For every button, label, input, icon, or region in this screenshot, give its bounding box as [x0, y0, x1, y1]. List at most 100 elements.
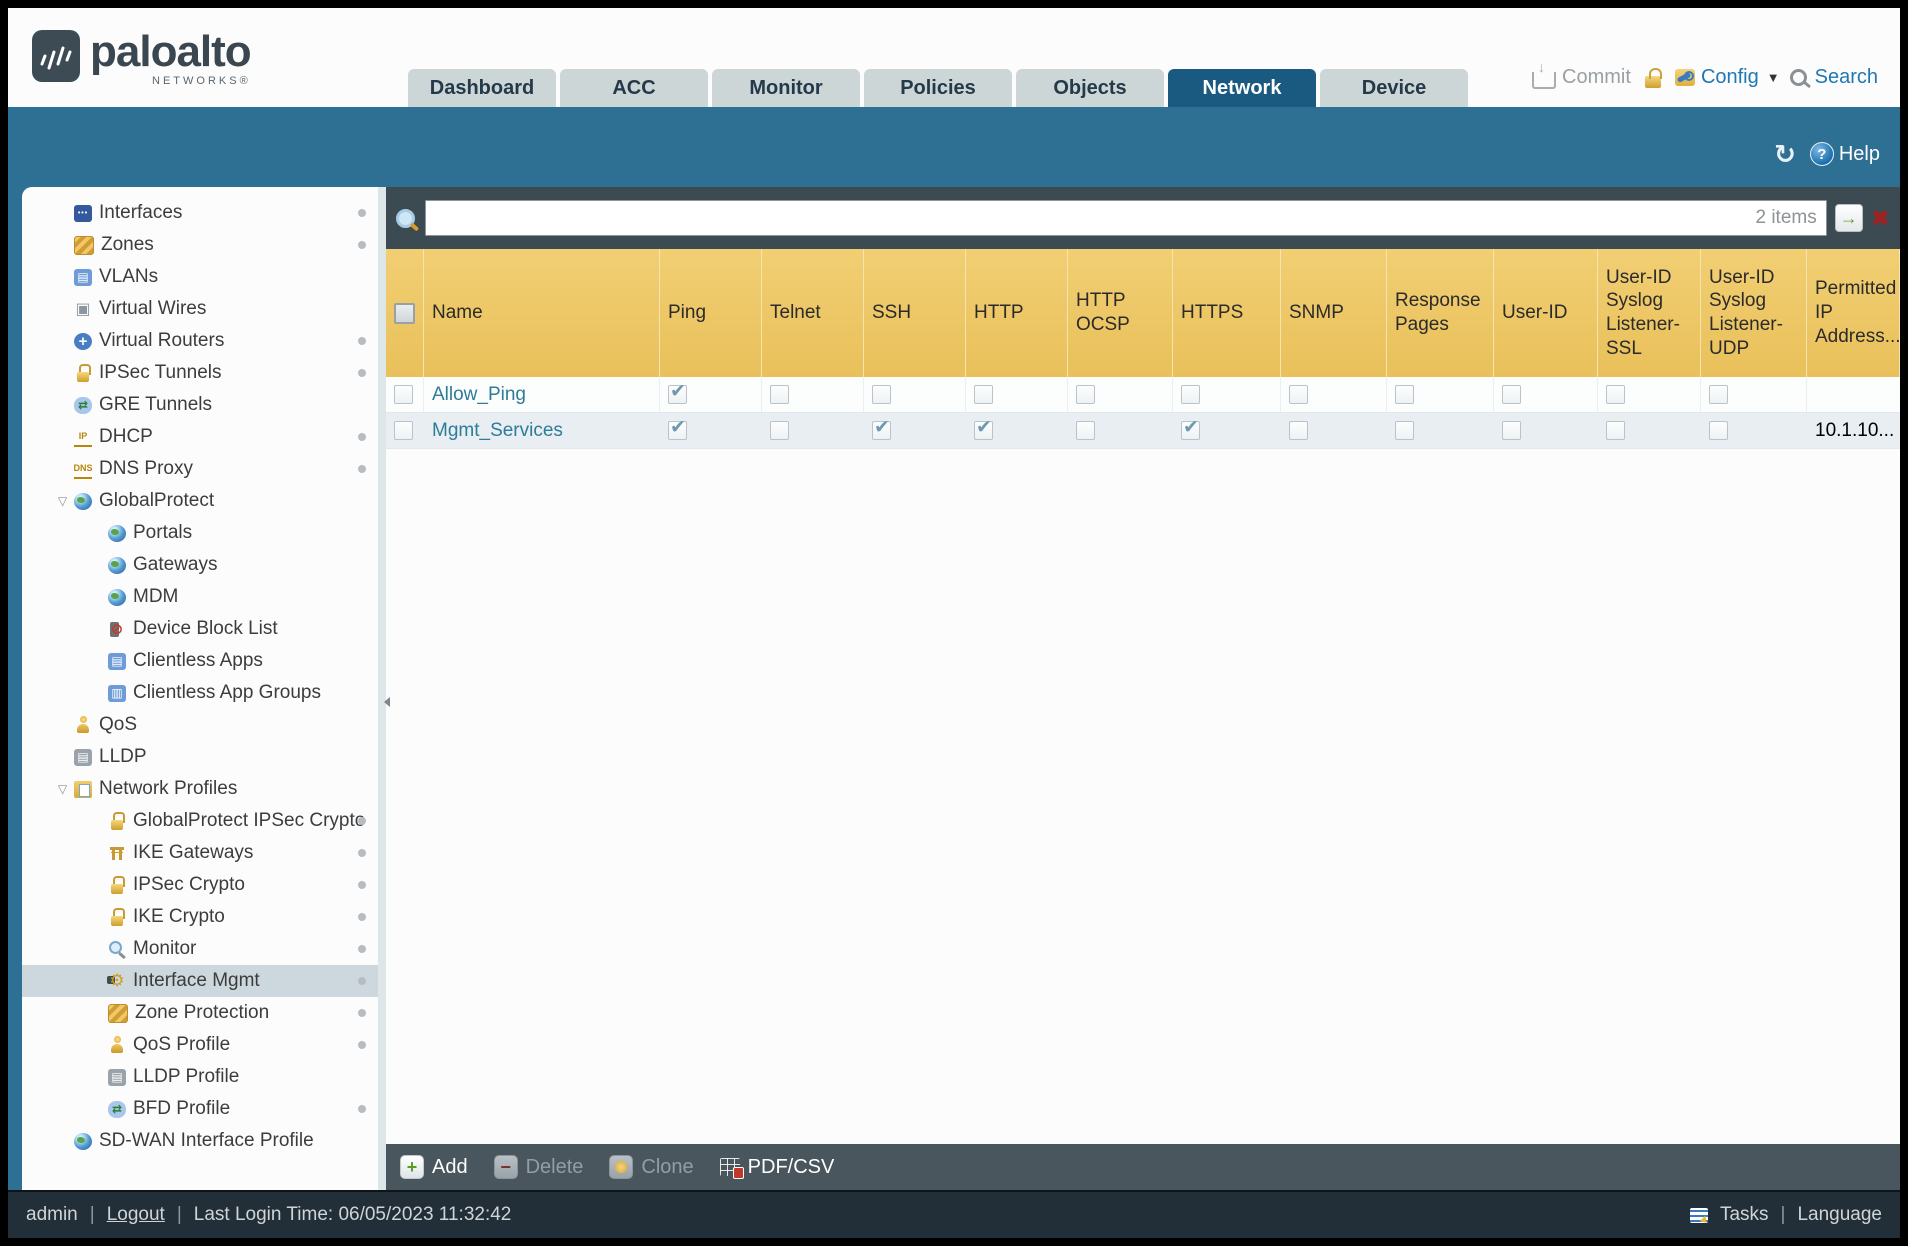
sidebar-item-label: Network Profiles [99, 778, 238, 799]
help-button[interactable]: ? Help [1809, 142, 1880, 166]
sidebar-item-zones[interactable]: Zones [22, 229, 378, 261]
search-icon [1789, 69, 1807, 86]
sidebar-item-ike-crypto[interactable]: IKE Crypto [22, 901, 378, 933]
item-dot [358, 881, 366, 889]
sidebar-item-lldp-profile[interactable]: ▤ LLDP Profile [22, 1061, 378, 1093]
column-header-http-ocsp[interactable]: HTTP OCSP [1068, 249, 1173, 377]
sidebar-item-label: Monitor [133, 938, 197, 959]
mdm-icon [108, 588, 126, 606]
sidebar-item-ipsec-tunnels[interactable]: IPSec Tunnels [22, 357, 378, 389]
column-header-ping[interactable]: Ping [660, 249, 762, 377]
row-select-checkbox[interactable] [394, 421, 413, 440]
apply-filter-button[interactable]: → [1834, 204, 1863, 232]
sidebar-item-bfd-profile[interactable]: ⇄ BFD Profile [22, 1093, 378, 1125]
sidebar-item-virtual-routers[interactable]: + Virtual Routers [22, 325, 378, 357]
sidebar-item-clientless-apps[interactable]: ▤ Clientless Apps [22, 645, 378, 677]
column-header-permitted-ip-address[interactable]: Permitted IP Address... [1807, 249, 1901, 377]
sidebar-item-portals[interactable]: Portals [22, 517, 378, 549]
lldp-profile-icon: ▤ [108, 1068, 126, 1086]
sidebar-item-network-profiles[interactable]: ▽ Network Profiles [22, 773, 378, 805]
dhcp-icon: IP [74, 428, 92, 447]
sidebar-item-virtual-wires[interactable]: ▣ Virtual Wires [22, 293, 378, 325]
tab-dashboard[interactable]: Dashboard [408, 69, 556, 107]
user-id-syslog-listener-udp-checkbox [1709, 421, 1728, 440]
ping-checkbox [668, 380, 687, 404]
sidebar-item-vlans[interactable]: ▤ VLANs [22, 261, 378, 293]
sidebar-item-lldp[interactable]: ▤ LLDP [22, 741, 378, 773]
row-select-checkbox[interactable] [394, 385, 413, 404]
clone-button[interactable]: Clone [609, 1155, 694, 1179]
column-header-response-pages[interactable]: Response Pages [1387, 249, 1494, 377]
sidebar-item-label: Virtual Routers [99, 330, 225, 351]
collapse-sidebar-handle[interactable] [378, 187, 390, 1190]
select-all-checkbox[interactable] [394, 302, 415, 324]
user-id-checkbox [1502, 385, 1521, 404]
delete-button[interactable]: − Delete [493, 1155, 583, 1179]
refresh-icon[interactable]: ↻ [1774, 141, 1796, 167]
column-header-user-id[interactable]: User-ID [1494, 249, 1598, 377]
lock-icon[interactable] [1644, 67, 1662, 88]
gateways-icon [108, 556, 126, 574]
sidebar-item-gre-tunnels[interactable]: ⇄ GRE Tunnels [22, 389, 378, 421]
sidebar-item-label: GlobalProtect [99, 490, 215, 511]
sidebar-item-device-block-list[interactable]: ⊘ Device Block List [22, 613, 378, 645]
tab-objects[interactable]: Objects [1016, 69, 1164, 107]
profile-name-link[interactable]: Mgmt_Services [432, 420, 563, 442]
tab-acc[interactable]: ACC [560, 69, 708, 107]
profile-name-link[interactable]: Allow_Ping [432, 384, 526, 406]
sidebar-item-gateways[interactable]: Gateways [22, 549, 378, 581]
pdf-csv-button[interactable]: PDF/CSV [719, 1156, 834, 1179]
column-header-http[interactable]: HTTP [966, 249, 1068, 377]
column-header-telnet[interactable]: Telnet [762, 249, 864, 377]
config-dropdown[interactable]: Config ▼ [1674, 66, 1780, 89]
sidebar-item-interfaces[interactable]: ••• Interfaces [22, 197, 378, 229]
column-header-user-id-syslog-listener-udp[interactable]: User-ID Syslog Listener-UDP [1701, 249, 1807, 377]
sidebar-item-globalprotect[interactable]: ▽ GlobalProtect [22, 485, 378, 517]
tasks-icon [1689, 1207, 1708, 1223]
commit-icon [1532, 59, 1557, 89]
expand-collapse-icon[interactable]: ▽ [58, 782, 74, 796]
sidebar-item-sd-wan-interface-profile[interactable]: SD-WAN Interface Profile [22, 1125, 378, 1157]
language-button[interactable]: Language [1797, 1204, 1882, 1226]
clear-filter-icon[interactable]: ✖ [1871, 206, 1890, 230]
sidebar-item-ipsec-crypto[interactable]: IPSec Crypto [22, 869, 378, 901]
column-header-https[interactable]: HTTPS [1173, 249, 1281, 377]
response-pages-checkbox [1395, 421, 1414, 440]
column-header-user-id-syslog-listener-ssl[interactable]: User-ID Syslog Listener-SSL [1598, 249, 1701, 377]
tab-network[interactable]: Network [1168, 69, 1316, 107]
sidebar-item-qos-profile[interactable]: QoS Profile [22, 1029, 378, 1061]
tab-policies[interactable]: Policies [864, 69, 1012, 107]
user-id-syslog-listener-ssl-cell [1598, 413, 1701, 448]
vlans-icon: ▤ [74, 268, 92, 286]
sidebar-item-ike-gateways[interactable]: IKE Gateways [22, 837, 378, 869]
column-header-ssh[interactable]: SSH [864, 249, 966, 377]
sidebar-item-label: QoS [99, 714, 138, 735]
https-cell [1173, 413, 1281, 448]
commit-button[interactable]: Commit [1532, 59, 1631, 89]
sidebar-item-qos[interactable]: QoS [22, 709, 378, 741]
sidebar-item-label: Device Block List [133, 618, 278, 639]
logout-link[interactable]: Logout [107, 1204, 165, 1226]
tasks-button[interactable]: Tasks [1720, 1204, 1769, 1226]
search-button[interactable]: Search [1789, 66, 1878, 89]
column-header-snmp[interactable]: SNMP [1281, 249, 1387, 377]
expand-collapse-icon[interactable]: ▽ [58, 494, 74, 508]
sidebar-item-clientless-app-groups[interactable]: ▥ Clientless App Groups [22, 677, 378, 709]
tab-device[interactable]: Device [1320, 69, 1468, 107]
sidebar-item-zone-protection[interactable]: Zone Protection [22, 997, 378, 1029]
table-row-mgmt-services: Mgmt_Services 10.1.10... [386, 413, 1900, 449]
item-dot [358, 977, 366, 985]
sidebar-item-dhcp[interactable]: IP DHCP [22, 421, 378, 453]
row-checkbox-cell [386, 377, 424, 412]
filter-input[interactable] [425, 200, 1827, 236]
add-button[interactable]: + Add [400, 1155, 468, 1179]
sidebar-item-dns-proxy[interactable]: DNS DNS Proxy [22, 453, 378, 485]
sidebar-item-globalprotect-ipsec-crypto[interactable]: GlobalProtect IPSec Crypto [22, 805, 378, 837]
sidebar-item-mdm[interactable]: MDM [22, 581, 378, 613]
item-dot [358, 849, 366, 857]
sidebar-item-monitor[interactable]: Monitor [22, 933, 378, 965]
sidebar-item-label: LLDP Profile [133, 1066, 240, 1087]
sidebar-item-interface-mgmt[interactable]: ⚙ Interface Mgmt [22, 965, 378, 997]
tab-monitor[interactable]: Monitor [712, 69, 860, 107]
column-header-name[interactable]: Name [424, 249, 660, 377]
